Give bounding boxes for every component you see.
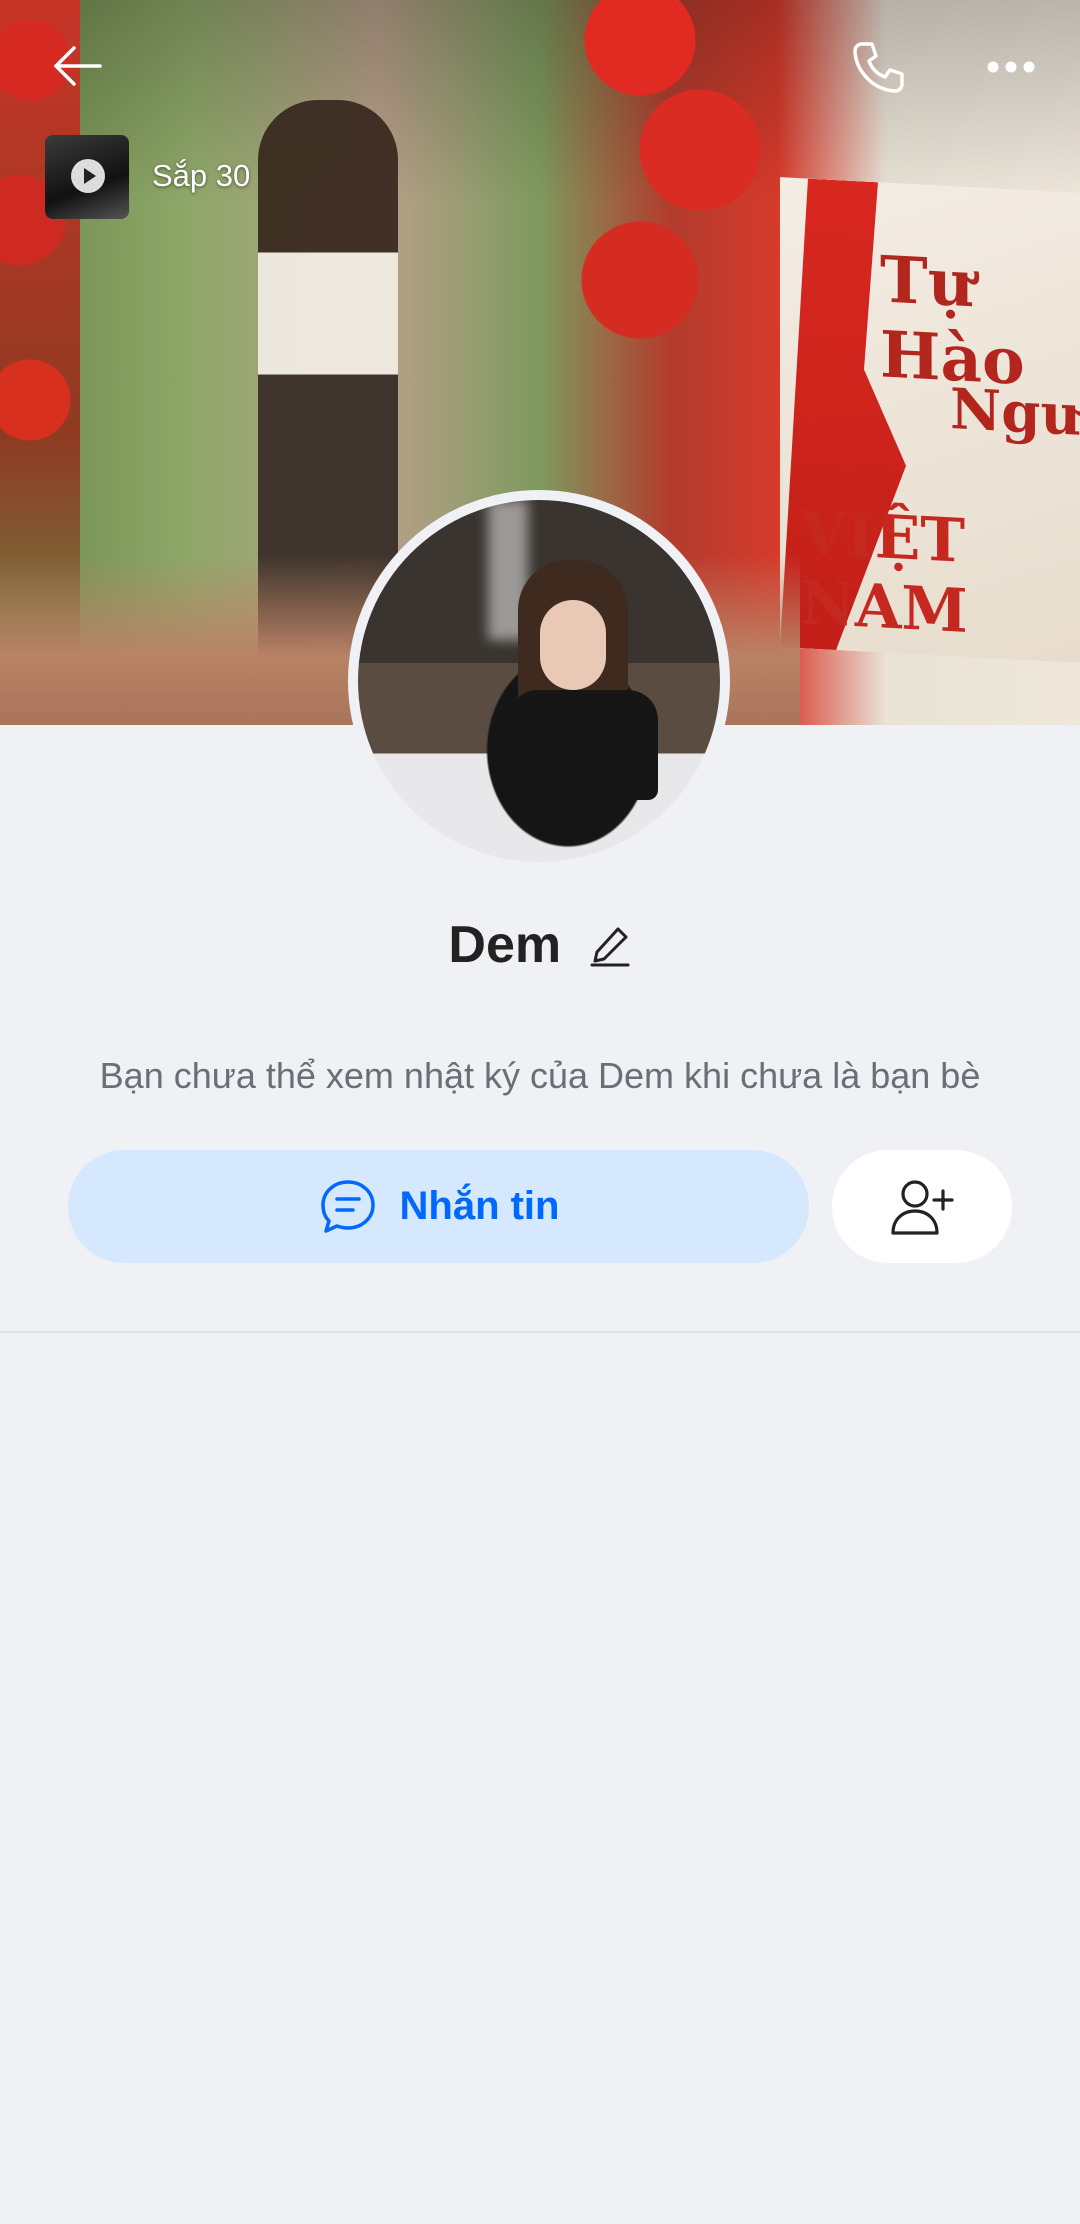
more-icon[interactable] (986, 52, 1036, 82)
privacy-notice: Bạn chưa thể xem nhật ký của Dem khi chư… (99, 1055, 981, 1096)
profile-name: Dem (448, 916, 562, 974)
play-icon (71, 159, 105, 193)
avatar-photo (358, 500, 720, 862)
pencil-icon[interactable] (588, 923, 632, 967)
avatar[interactable] (348, 490, 730, 872)
avatar-top (508, 690, 658, 800)
cover-sign: Tự Hào Người VIỆT NAM (780, 177, 1080, 663)
story-label[interactable]: Sắp 30 (152, 158, 250, 194)
phone-icon[interactable] (848, 38, 908, 98)
cover-sign-line-2: Người (950, 376, 1080, 452)
story-thumbnail[interactable] (45, 135, 129, 219)
message-button-label: Nhắn tin (399, 1184, 560, 1228)
avatar-face (540, 600, 606, 690)
back-arrow-icon[interactable] (50, 38, 106, 94)
add-user-icon (891, 1179, 954, 1235)
add-friend-button[interactable] (832, 1150, 1012, 1263)
name-row: Dem (0, 915, 1080, 975)
cover-flower-column (580, 0, 780, 360)
message-button[interactable]: Nhắn tin (68, 1150, 809, 1263)
divider (0, 1331, 1080, 1333)
cover-sign-line-3: VIỆT NAM (800, 498, 968, 647)
chat-bubble-icon (318, 1177, 378, 1237)
